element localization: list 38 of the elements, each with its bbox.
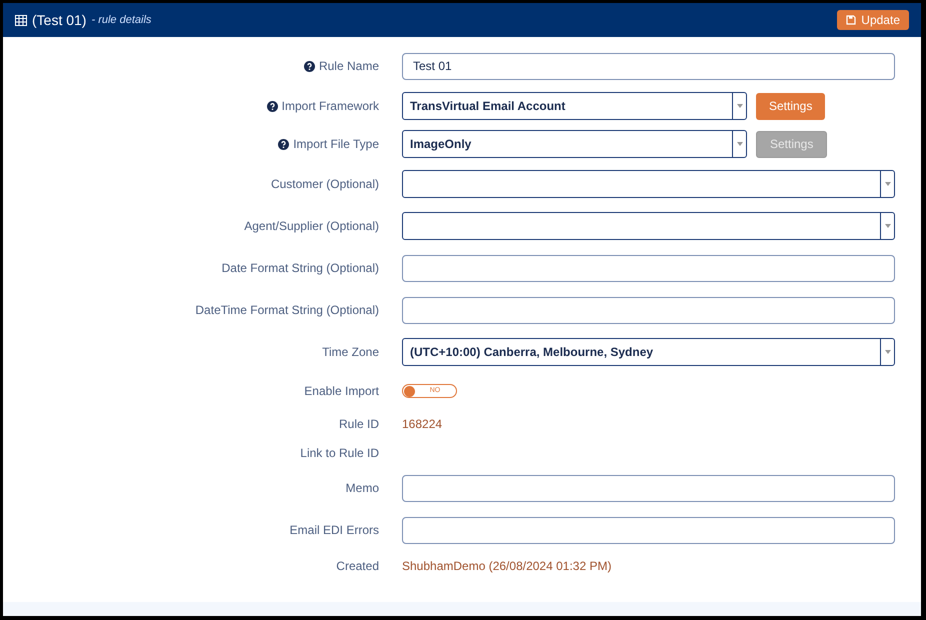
table-icon (15, 14, 27, 26)
field-label: Enable Import (304, 383, 379, 400)
dropdown-value: ImageOnly (409, 136, 472, 153)
field-label: Import Framework (282, 98, 379, 115)
text-field[interactable] (402, 474, 895, 502)
field-label: Rule Name (318, 58, 379, 75)
field-label: Customer (Optional) (270, 176, 379, 193)
caret-icon (884, 350, 890, 354)
text-field[interactable] (402, 296, 895, 324)
value-text: 168224 (402, 416, 442, 432)
dropdown-field[interactable]: TransVirtual Email Account (402, 92, 747, 120)
field-label: Link to Rule ID (300, 444, 379, 462)
caret-icon (884, 182, 890, 186)
field-label: Import File Type (293, 136, 379, 153)
dropdown-field[interactable]: ImageOnly (402, 130, 747, 158)
field-label: Email EDI Errors (290, 522, 379, 539)
dropdown-field[interactable] (402, 212, 895, 240)
field-label: Time Zone (322, 344, 379, 361)
text-field[interactable]: Test 01 (402, 52, 895, 80)
dropdown-field[interactable] (402, 170, 895, 198)
page-title: (Test 01) (32, 10, 86, 30)
caret-icon (884, 224, 890, 228)
field-label: Memo (346, 480, 379, 497)
caret-icon (736, 104, 742, 108)
field-label: Date Format String (Optional) (222, 260, 379, 277)
caret-icon (736, 142, 742, 146)
field-label: Agent/Supplier (Optional) (244, 218, 379, 235)
value-text: ShubhamDemo (26/08/2024 01:32 PM) (402, 558, 612, 574)
dropdown-value: (UTC+10:00) Canberra, Melbourne, Sydney (409, 344, 654, 361)
field-label: Created (336, 558, 379, 574)
save-icon (846, 15, 856, 25)
text-field[interactable] (402, 254, 895, 282)
field-label: Rule ID (338, 416, 379, 432)
page-subtitle: - rule details (91, 12, 152, 28)
field-label: DateTime Format String (Optional) (195, 302, 379, 319)
dropdown-value: TransVirtual Email Account (409, 98, 566, 115)
text-field[interactable] (402, 516, 895, 544)
dropdown-field[interactable]: (UTC+10:00) Canberra, Melbourne, Sydney (402, 338, 895, 366)
